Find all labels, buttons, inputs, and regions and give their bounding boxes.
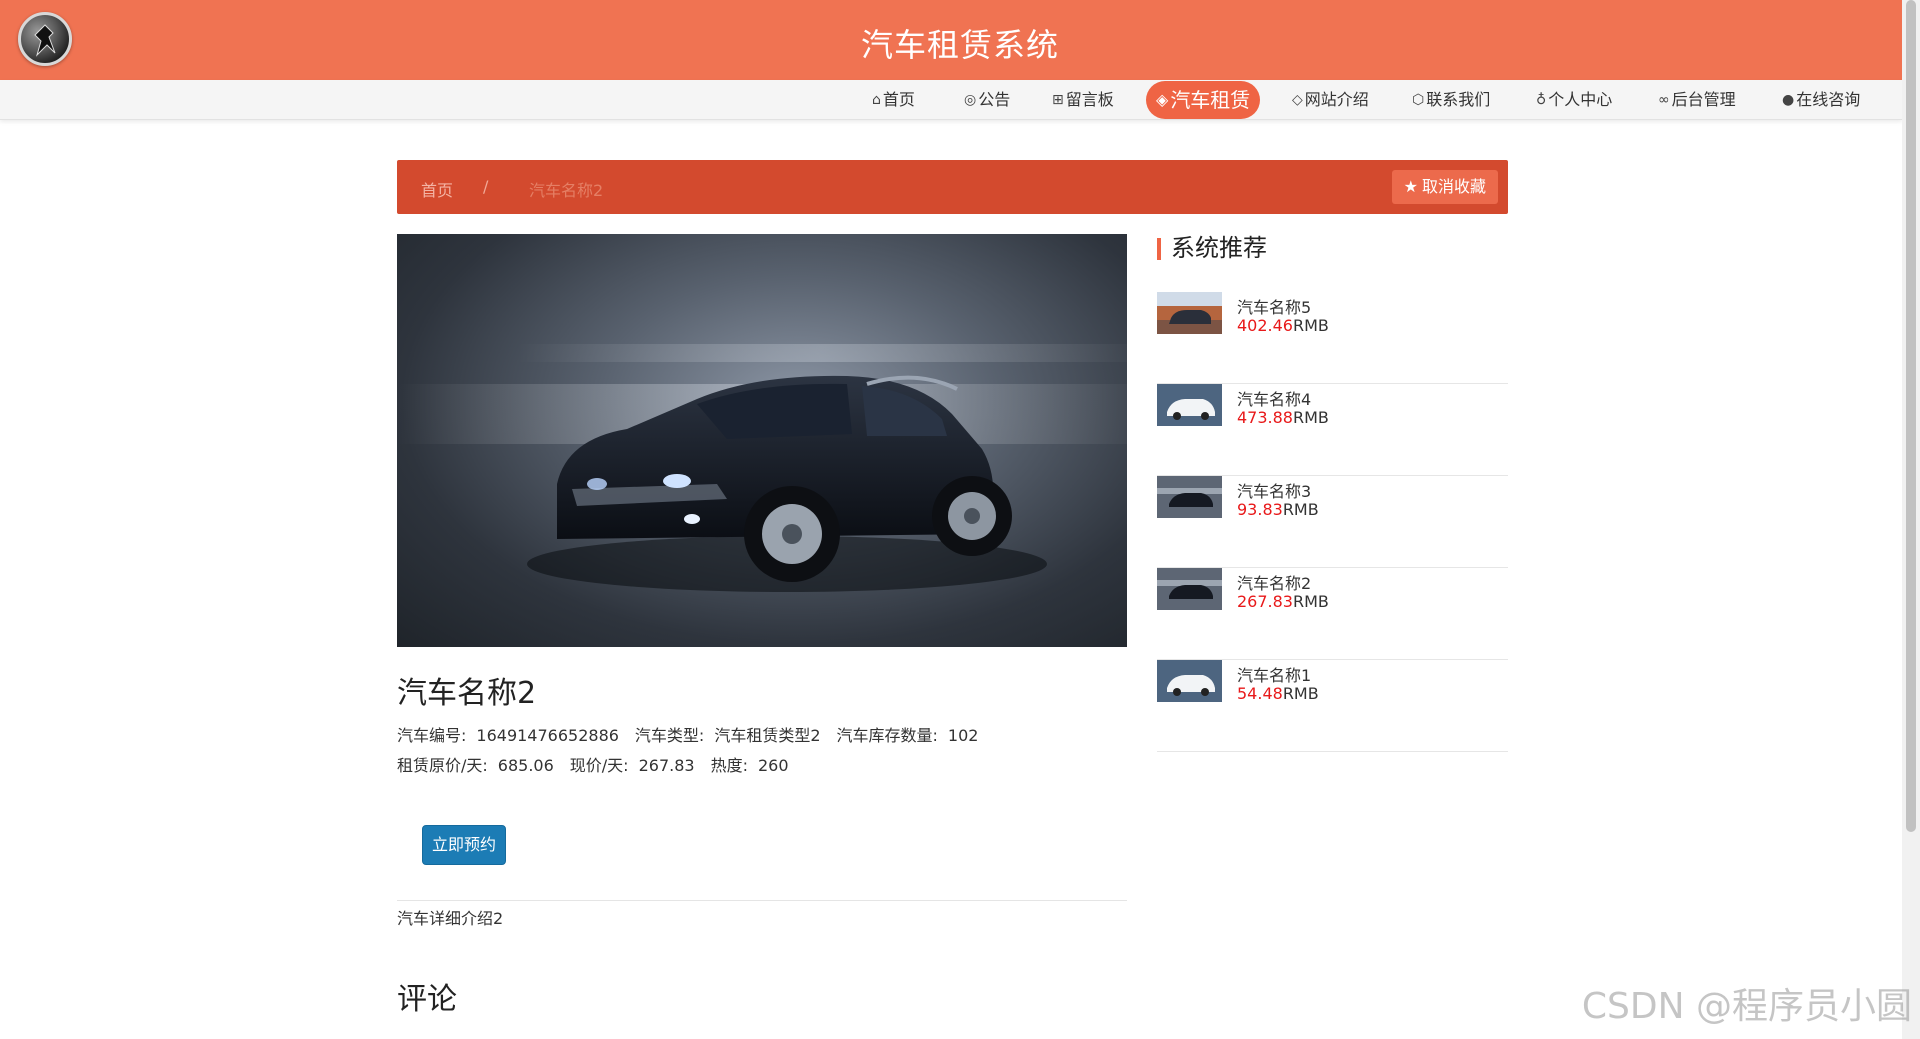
message-board-icon: ⊞: [1052, 92, 1064, 108]
recommend-item[interactable]: 汽车名称2 267.83RMB: [1157, 568, 1508, 660]
user-icon: ♁: [1536, 92, 1547, 108]
nav-item-bulletin[interactable]: ◎ 公告: [964, 86, 1010, 114]
breadcrumb: 首页 / 汽车名称2 ★ 取消收藏: [397, 160, 1508, 214]
site-title: 汽车租赁系统: [860, 26, 1059, 64]
recommend-thumbnail: [1157, 568, 1222, 610]
star-icon: ★: [1403, 177, 1418, 196]
recommend-name: 汽车名称3: [1237, 482, 1312, 501]
heat-label: 热度:: [710, 756, 748, 775]
nav-item-home[interactable]: ⌂ 首页: [872, 86, 915, 114]
scrollbar-thumb[interactable]: [1906, 0, 1916, 832]
car-stock: 102: [947, 726, 979, 745]
recommend-name: 汽车名称4: [1237, 390, 1312, 409]
orig-price: 685.06: [497, 756, 554, 775]
car-info-line-2: 租赁原价/天: 685.06 现价/天: 267.83 热度: 260: [397, 752, 799, 776]
chat-icon: ●: [1782, 92, 1795, 108]
car-type-label: 汽车类型:: [634, 726, 705, 745]
car-code: 16491476652886: [476, 726, 619, 745]
tag-icon: ◇: [1292, 92, 1303, 108]
recommend-item[interactable]: 汽车名称3 93.83RMB: [1157, 476, 1508, 568]
nav-label: 个人中心: [1548, 90, 1613, 109]
bulletin-icon: ◎: [964, 92, 977, 108]
breadcrumb-separator: /: [483, 177, 489, 196]
recommend-item[interactable]: 汽车名称5 402.46RMB: [1157, 292, 1508, 384]
nav-label: 在线咨询: [1796, 90, 1861, 109]
recommend-item[interactable]: 汽车名称1 54.48RMB: [1157, 660, 1508, 752]
car-title: 汽车名称2: [397, 676, 537, 711]
nav-label: 留言板: [1065, 90, 1114, 109]
car-rental-icon: ◈: [1156, 90, 1169, 109]
heat-value: 260: [757, 756, 789, 775]
recommend-price: 267.83RMB: [1237, 592, 1329, 611]
nav-item-message-board[interactable]: ⊞ 留言板: [1052, 86, 1114, 114]
price-label: 现价/天:: [569, 756, 629, 775]
nav-item-online-chat[interactable]: ● 在线咨询: [1782, 86, 1860, 114]
recommend-price: 54.48RMB: [1237, 684, 1319, 703]
book-now-button[interactable]: 立即预约: [422, 825, 506, 865]
unfavorite-label: 取消收藏: [1421, 177, 1486, 196]
car-code-label: 汽车编号:: [397, 726, 467, 745]
recommend-item[interactable]: 汽车名称4 473.88RMB: [1157, 384, 1508, 476]
page-scrollbar[interactable]: [1902, 0, 1920, 1039]
current-price: 267.83: [638, 756, 695, 775]
recommend-thumbnail: [1157, 476, 1222, 518]
car-main-image: [397, 234, 1127, 647]
recommend-heading: 系统推荐: [1157, 233, 1267, 263]
nav-label: 汽车租赁: [1170, 88, 1251, 112]
recommend-price: 402.46RMB: [1237, 316, 1329, 335]
divider: [397, 900, 1127, 901]
main-nav: ⌂ 首页 ◎ 公告 ⊞ 留言板 ◈ 汽车租赁 ◇ 网站介绍 ⬡ 联系我们 ♁ 个…: [0, 80, 1902, 120]
recommend-name: 汽车名称1: [1237, 666, 1312, 685]
link-icon: ∞: [1658, 92, 1670, 108]
recommend-thumbnail: [1157, 660, 1222, 702]
recommend-price: 93.83RMB: [1237, 500, 1319, 519]
nav-item-user-center[interactable]: ♁ 个人中心: [1536, 86, 1612, 114]
nav-label: 联系我们: [1426, 90, 1491, 109]
nav-item-contact[interactable]: ⬡ 联系我们: [1412, 86, 1490, 114]
breadcrumb-current: 汽车名称2: [529, 181, 604, 200]
home-icon: ⌂: [872, 92, 881, 108]
recommend-name: 汽车名称2: [1237, 574, 1312, 593]
recommend-thumbnail: [1157, 292, 1222, 334]
nav-label: 首页: [882, 90, 915, 109]
recommend-name: 汽车名称5: [1237, 298, 1312, 317]
car-info-line-1: 汽车编号: 16491476652886 汽车类型: 汽车租赁类型2 汽车库存数量: 10…: [397, 722, 988, 746]
top-header: 汽车租赁系统: [0, 0, 1902, 80]
nav-item-admin[interactable]: ∞ 后台管理: [1658, 86, 1736, 114]
car-type: 汽车租赁类型2: [714, 726, 821, 745]
orig-price-label: 租赁原价/天:: [397, 756, 488, 775]
car-stock-label: 汽车库存数量:: [836, 726, 938, 745]
car-detail: 汽车详细介绍2: [397, 909, 504, 928]
recommend-thumbnail: [1157, 384, 1222, 426]
breadcrumb-home[interactable]: 首页: [421, 177, 453, 201]
nav-label: 后台管理: [1671, 90, 1736, 109]
comments-heading: 评论: [397, 982, 457, 1017]
watermark: CSDN @程序员小圆: [1581, 986, 1912, 1027]
nav-item-car-rental[interactable]: ◈ 汽车租赁: [1146, 81, 1261, 119]
nav-label: 公告: [978, 90, 1011, 109]
contact-icon: ⬡: [1412, 92, 1425, 108]
nav-label: 网站介绍: [1304, 90, 1369, 109]
nav-item-about[interactable]: ◇ 网站介绍: [1292, 86, 1369, 114]
unfavorite-button[interactable]: ★ 取消收藏: [1391, 170, 1498, 204]
recommend-price: 473.88RMB: [1237, 408, 1329, 427]
